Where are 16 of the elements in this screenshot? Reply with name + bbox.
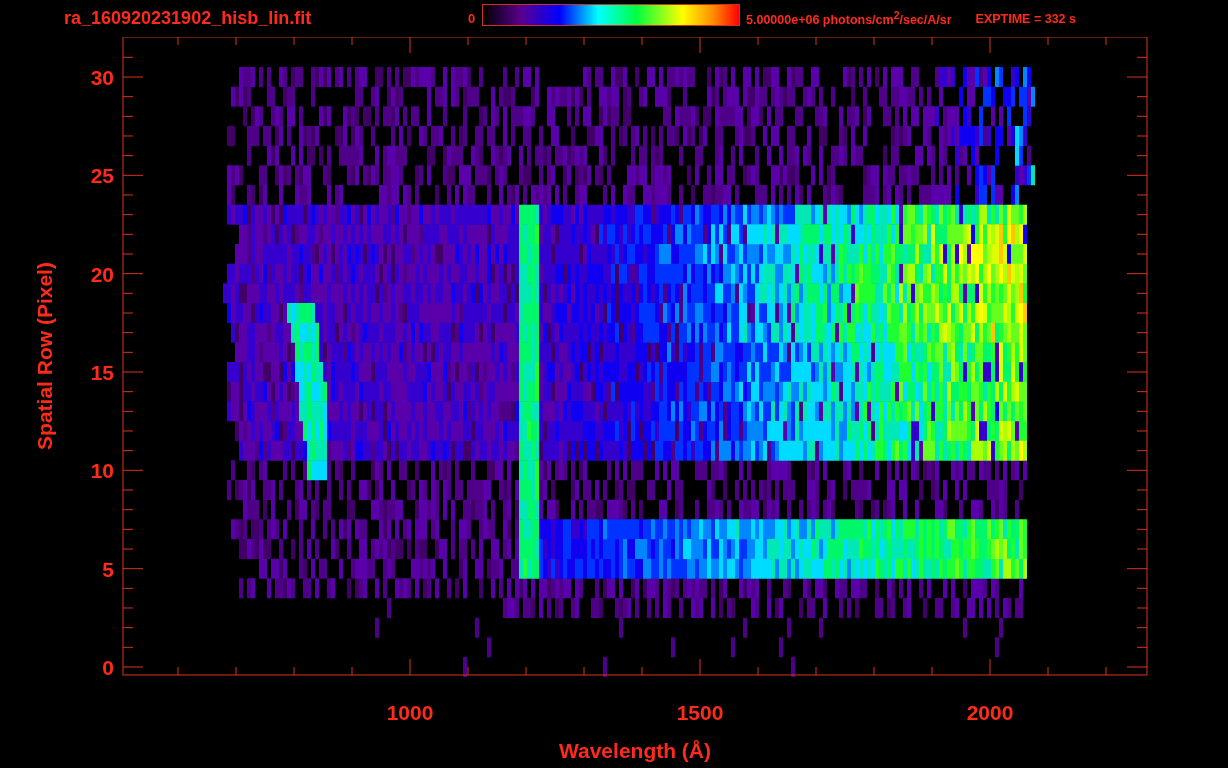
- y-tick-label: 15: [90, 361, 114, 384]
- y-tick-label: 10: [90, 459, 114, 483]
- y-tick-label: 5: [102, 557, 114, 581]
- x-tick-label: 1500: [676, 701, 724, 724]
- colorbar-max-label: 5.00000e+06 photons/cm$^{2}$/sec/A/sr: [746, 9, 952, 28]
- y-axis-label: Spatial Row (Pixel): [33, 262, 56, 450]
- exposure-time: EXPTIME = 332 s: [975, 11, 1076, 26]
- file-title: ra_160920231902_hisb_lin.fit: [64, 8, 313, 29]
- y-tick-label: 20: [90, 262, 114, 286]
- colorbar-min-label: 0: [468, 11, 477, 26]
- x-tick-label: 2000: [966, 701, 1014, 724]
- y-tick-label: 25: [90, 164, 114, 188]
- y-tick-label: 0: [102, 656, 114, 679]
- x-tick-label: 1000: [386, 701, 434, 724]
- y-tick-label: 30: [90, 66, 114, 89]
- x-axis-label: Wavelength (Å): [558, 739, 712, 762]
